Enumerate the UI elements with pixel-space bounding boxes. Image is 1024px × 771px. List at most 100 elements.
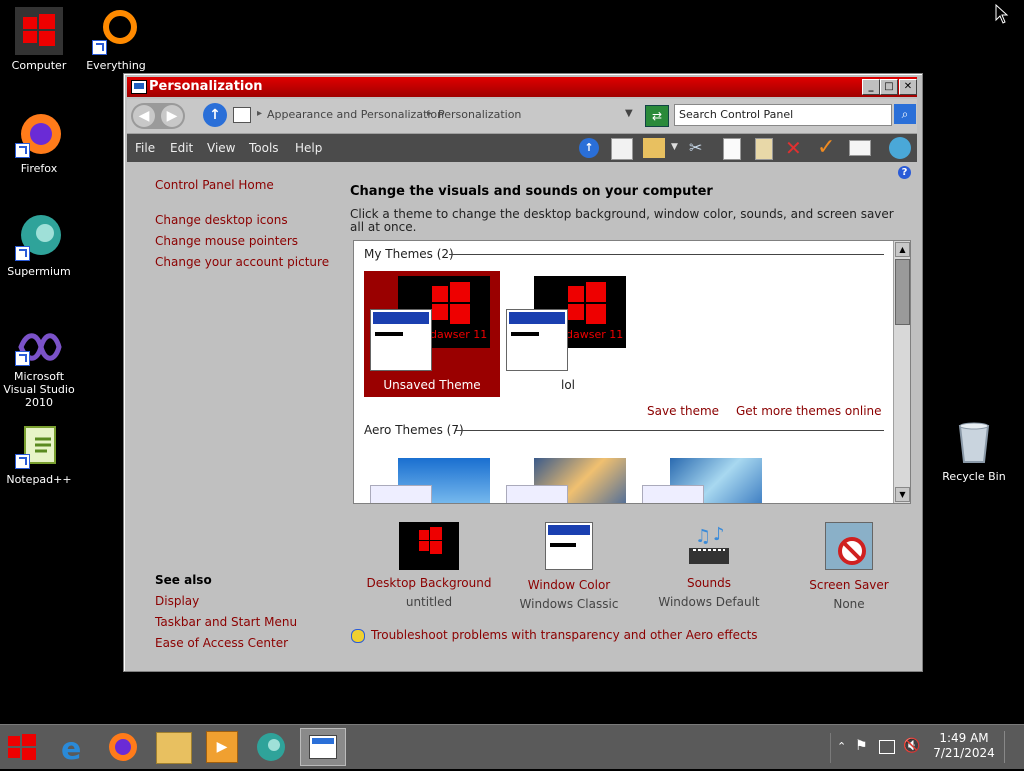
desktop-icon-recycle-bin[interactable]: Recycle Bin	[934, 418, 1014, 483]
volume-muted-icon[interactable]: 🔇	[903, 738, 920, 754]
show-desktop-button[interactable]	[1004, 731, 1023, 763]
desktop-icon-label: Computer	[11, 59, 67, 72]
refresh-button[interactable]: ⇄	[645, 105, 669, 127]
troubleshoot-link[interactable]: Troubleshoot problems with transparency …	[371, 628, 758, 642]
close-button[interactable]: ✕	[899, 79, 917, 95]
scroll-up-button: ▲	[895, 242, 910, 257]
sounds-icon: ♫ ♪	[685, 522, 733, 570]
firefox-icon	[15, 110, 63, 158]
taskbar: e ▶ ⌃ ⚑ 🔇 1:49 AM 7/21/2024	[0, 724, 1024, 769]
start-button[interactable]	[0, 726, 44, 768]
menu-file[interactable]: File	[135, 141, 155, 155]
up-icon[interactable]: ↑	[579, 138, 599, 158]
theme-tile-lol[interactable]: dawser 11 lol	[504, 271, 640, 397]
network-icon[interactable]	[879, 740, 895, 754]
setting-value: untitled	[405, 595, 453, 609]
forward-button[interactable]: ▶	[161, 105, 183, 127]
search-button[interactable]: ⌕	[894, 104, 916, 124]
maximize-button[interactable]: □	[880, 79, 898, 95]
title-bar[interactable]: Personalization _ □ ✕	[127, 77, 917, 97]
address-bar[interactable]: ▸ Appearance and Personalization ▸ Perso…	[231, 104, 641, 126]
desktop-icon-firefox[interactable]: Firefox	[0, 110, 79, 175]
chevron-down-icon[interactable]: ▼	[625, 108, 633, 119]
window-title: Personalization	[149, 79, 263, 94]
my-themes-label: My Themes (2)	[364, 247, 454, 261]
up-button[interactable]: ↑	[203, 103, 227, 127]
get-more-themes-link[interactable]: Get more themes online	[736, 404, 882, 418]
save-theme-link[interactable]: Save theme	[647, 404, 719, 418]
clock[interactable]: 1:49 AM 7/21/2024	[930, 731, 998, 761]
desktop-icon-label: Microsoft Visual Studio 2010	[3, 370, 75, 409]
search-input[interactable]: Search Control Panel	[674, 104, 892, 126]
setting-title: Screen Saver	[809, 578, 889, 592]
divider	[449, 254, 884, 255]
change-account-picture-link[interactable]: Change your account picture	[155, 255, 329, 269]
menu-view[interactable]: View	[207, 141, 235, 155]
window-color-swatch	[370, 309, 432, 371]
setting-value: Windows Default	[658, 595, 760, 609]
desktop-icon-notepad-plus-plus[interactable]: Notepad++	[0, 421, 79, 486]
shortcut-arrow-icon	[92, 40, 107, 55]
desktop-background-icon	[399, 522, 459, 570]
desktop-icon-supermium[interactable]: Supermium	[0, 213, 79, 278]
copy-icon[interactable]	[723, 138, 741, 160]
checkmark-icon[interactable]: ✓	[817, 135, 835, 160]
desktop-background-setting[interactable]: Desktop Background untitled	[359, 522, 499, 609]
shortcut-arrow-icon	[15, 143, 30, 158]
breadcrumb-item[interactable]: Appearance and Personalization	[267, 108, 444, 121]
vertical-scrollbar[interactable]: ▲ ▼	[893, 241, 910, 503]
change-mouse-pointers-link[interactable]: Change mouse pointers	[155, 234, 298, 248]
back-button[interactable]: ◀	[133, 105, 155, 127]
setting-value: Windows Classic	[519, 597, 619, 611]
window-color-swatch	[506, 309, 568, 371]
delete-icon[interactable]: ✕	[785, 136, 802, 160]
desktop-icon-visual-studio[interactable]: Microsoft Visual Studio 2010	[0, 328, 79, 409]
paste-icon[interactable]	[755, 138, 773, 160]
cut-icon[interactable]: ✂	[689, 138, 702, 157]
menu-help[interactable]: Help	[295, 141, 322, 155]
taskbar-start-menu-link[interactable]: Taskbar and Start Menu	[155, 615, 297, 629]
help-icon[interactable]: ?	[898, 166, 911, 179]
shortcut-arrow-icon	[15, 246, 30, 261]
chevron-down-icon[interactable]: ▼	[671, 142, 678, 152]
windows-logo-icon	[15, 7, 63, 55]
mouse-cursor-icon	[995, 3, 1009, 27]
ease-of-access-link[interactable]: Ease of Access Center	[155, 636, 288, 650]
menu-edit[interactable]: Edit	[170, 141, 193, 155]
views-icon[interactable]	[643, 138, 665, 158]
window-color-setting[interactable]: Window Color Windows Classic	[499, 522, 639, 611]
visual-studio-icon	[15, 328, 63, 366]
window-color-swatch	[506, 485, 568, 503]
theme-tile-unsaved[interactable]: dawser 11 Unsaved Theme	[364, 271, 500, 397]
firefox-icon[interactable]	[106, 730, 140, 764]
internet-explorer-icon[interactable]: e	[56, 730, 90, 767]
scrollbar-thumb	[895, 259, 910, 325]
properties-icon[interactable]	[849, 140, 871, 156]
menu-tools[interactable]: Tools	[249, 141, 279, 155]
desktop-icon-label: Notepad++	[6, 473, 72, 486]
breadcrumb-item[interactable]: Personalization	[438, 108, 521, 121]
supermium-icon[interactable]	[254, 730, 288, 764]
folders-icon[interactable]	[611, 138, 633, 160]
display-link[interactable]: Display	[155, 594, 199, 608]
desktop-icon-everything[interactable]: Everything	[76, 7, 156, 72]
action-center-flag-icon[interactable]: ⚑	[855, 738, 868, 754]
change-desktop-icons-link[interactable]: Change desktop icons	[155, 213, 288, 227]
file-explorer-icon[interactable]	[156, 732, 192, 764]
breadcrumb-separator-icon: ▸	[257, 108, 263, 119]
screen-saver-setting[interactable]: Screen Saver None	[779, 522, 919, 611]
show-hidden-icons-icon[interactable]: ⌃	[837, 740, 846, 753]
globe-icon[interactable]	[889, 137, 911, 159]
sounds-setting[interactable]: ♫ ♪ Sounds Windows Default	[639, 522, 779, 609]
media-player-icon[interactable]: ▶	[206, 731, 238, 763]
control-panel-icon	[309, 735, 337, 759]
personalization-task-button[interactable]	[300, 728, 346, 766]
shortcut-arrow-icon	[15, 454, 30, 469]
minimize-button[interactable]: _	[862, 79, 880, 95]
see-also-heading: See also	[155, 573, 212, 587]
divider	[456, 430, 884, 431]
breadcrumb-separator-icon: ▸	[427, 108, 433, 119]
desktop-icon-computer[interactable]: Computer	[0, 7, 79, 72]
theme-watermark: dawser 11	[566, 328, 624, 341]
control-panel-home-link[interactable]: Control Panel Home	[155, 178, 274, 192]
